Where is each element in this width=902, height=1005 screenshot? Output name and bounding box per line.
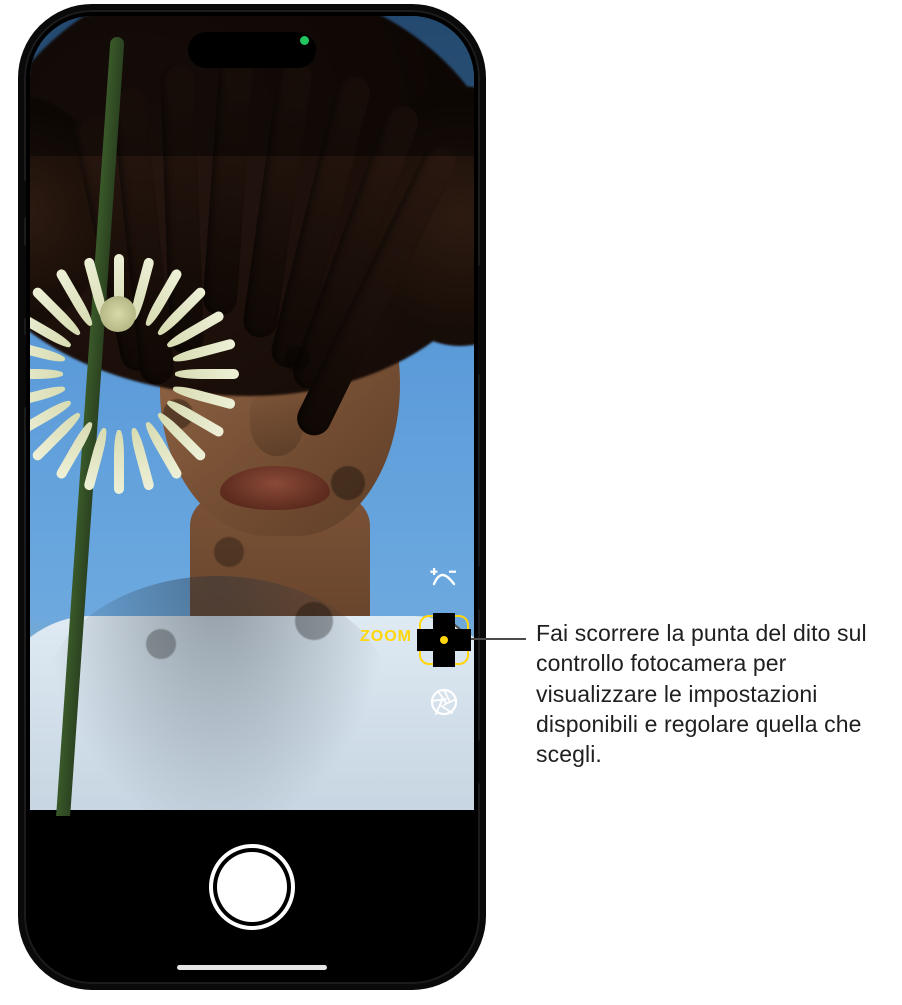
shutter-button-inner xyxy=(217,852,287,922)
camera-control-exposure-icon[interactable] xyxy=(422,556,466,600)
camera-control-button-bottom[interactable] xyxy=(478,740,483,784)
screen: ZOOM xyxy=(30,16,474,978)
camera-control-aperture-icon[interactable] xyxy=(422,680,466,724)
camera-control-selected-label: ZOOM xyxy=(360,628,412,646)
side-button xyxy=(478,265,483,375)
callout-text: Fai scorrere la punta del dito sul contr… xyxy=(536,618,888,770)
camera-control-zoom-icon[interactable] xyxy=(422,618,466,662)
volume-up-button xyxy=(21,245,26,319)
home-indicator[interactable] xyxy=(177,965,327,970)
ring-silent-switch xyxy=(21,180,26,218)
shutter-button[interactable] xyxy=(209,844,295,930)
dynamic-island xyxy=(188,32,316,68)
callout-leader-line xyxy=(462,638,526,640)
photo-flower-bloom xyxy=(30,226,210,406)
camera-bottom-bar xyxy=(30,810,474,978)
camera-control-settings-rail[interactable] xyxy=(418,556,470,724)
iphone-device-frame: ZOOM xyxy=(18,4,486,990)
camera-in-use-indicator-icon xyxy=(300,36,309,45)
camera-viewfinder[interactable]: ZOOM xyxy=(30,16,474,816)
camera-control-button-top[interactable] xyxy=(478,566,483,610)
volume-down-button xyxy=(21,334,26,408)
